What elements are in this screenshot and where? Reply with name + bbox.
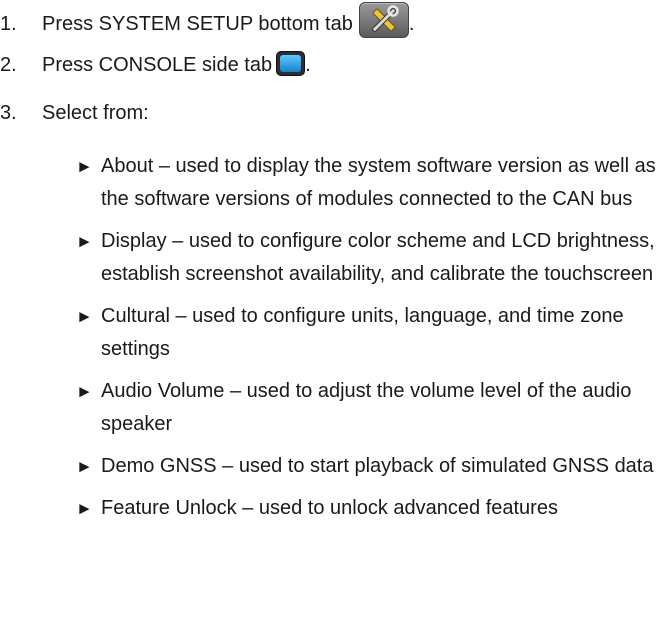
triangle-bullet-icon: ► [76,499,93,518]
step-period: . [305,54,311,76]
console-tab-icon [276,51,306,76]
option-name: About [101,155,154,177]
triangle-bullet-icon: ► [76,232,93,251]
option-cultural: ► Cultural – used to configure units, la… [76,300,660,366]
step-text: Select from: [42,102,149,124]
step-number: 2. [0,54,17,76]
step-number: 1. [0,13,17,35]
option-audio-volume: ► Audio Volume – used to adjust the volu… [76,375,660,441]
option-name: Demo GNSS [101,455,217,477]
step-1: 1. Press SYSTEM SETUP bottom tab. [0,2,414,39]
triangle-bullet-icon: ► [76,382,93,401]
option-display: ► Display – used to configure color sche… [76,225,660,291]
option-about: ► About – used to display the system sof… [76,150,660,216]
option-description: – used to configure units, language, and… [101,305,624,360]
option-description: – used to configure color scheme and LCD… [101,230,655,285]
option-feature-unlock: ► Feature Unlock – used to unlock advanc… [76,492,660,525]
step-text: Press SYSTEM SETUP bottom tab [42,13,353,35]
option-name: Audio Volume [101,380,225,402]
step-number: 3. [0,102,17,124]
step-period: . [408,13,415,35]
system-setup-tools-icon [358,2,409,38]
option-name: Feature Unlock [101,497,237,519]
step-text: Press CONSOLE side tab [42,54,273,76]
option-description: – used to display the system software ve… [101,155,656,210]
option-name: Cultural [101,305,170,327]
step-3: 3. Select from: [0,98,149,128]
option-name: Display [101,230,167,252]
triangle-bullet-icon: ► [76,307,93,326]
option-demo-gnss: ► Demo GNSS – used to start playback of … [76,450,660,483]
option-description: – used to start playback of simulated GN… [216,455,654,477]
triangle-bullet-icon: ► [76,457,93,476]
options-list: ► About – used to display the system sof… [76,150,660,534]
option-description: – used to unlock advanced features [236,497,558,519]
triangle-bullet-icon: ► [76,157,93,176]
step-2: 2. Press CONSOLE side tab. [0,50,311,80]
